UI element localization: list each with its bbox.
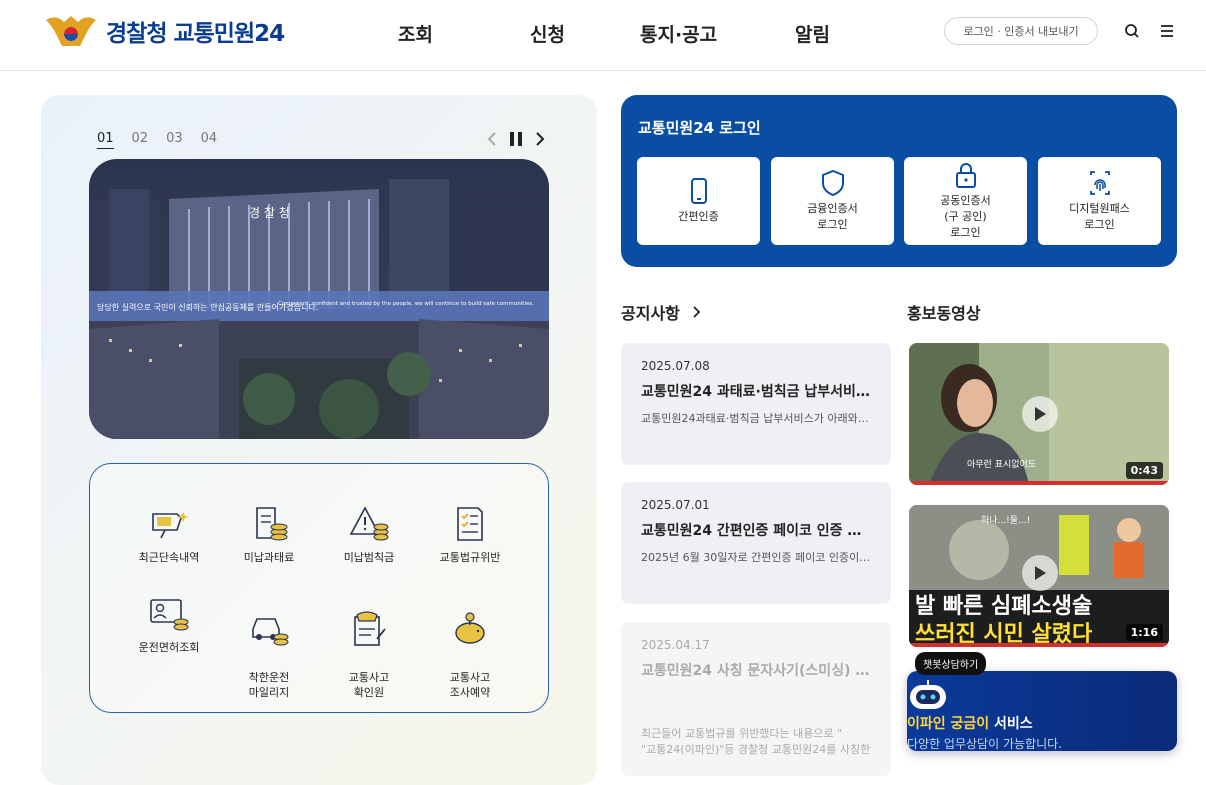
chatbot-bubble[interactable]: 챗봇상담하기 bbox=[915, 652, 987, 675]
police-emblem-icon bbox=[46, 16, 96, 46]
video-item-2[interactable]: 발 빠른 심폐소생술 쓰러진 시민 살렸다 하나...!둘...! 1:16 bbox=[909, 505, 1169, 647]
login-simple-auth[interactable]: 간편인증 bbox=[637, 157, 760, 245]
quick-recent-enforcement[interactable]: 최근단속내역 bbox=[119, 504, 219, 565]
notice-date: 2025.07.08 bbox=[641, 359, 710, 373]
chevron-right-icon[interactable] bbox=[692, 305, 702, 319]
robot-icon bbox=[910, 680, 946, 709]
video-title: 홍보동영상 bbox=[907, 304, 981, 323]
login-label: 공동인증서 (구 공인) 로그인 bbox=[940, 194, 991, 239]
banner-image[interactable]: 경 찰 청 당당한 실력으로 국민이 신뢰하는 안심공동체를 만들어가겠습니다.… bbox=[89, 159, 549, 439]
quick-accident-reservation[interactable]: 교통사고 조사예약 bbox=[420, 594, 520, 700]
quick-traffic-violation[interactable]: 교통법규위반 bbox=[420, 504, 520, 565]
slide-controls bbox=[486, 131, 546, 147]
login-finance-cert[interactable]: 금융인증서 로그인 bbox=[771, 157, 894, 245]
chatbot-desc: 다양한 업무상담이 가능합니다. bbox=[907, 737, 1062, 751]
fingerprint-icon bbox=[1089, 171, 1110, 195]
slide-tab-1[interactable]: 01 bbox=[97, 131, 114, 149]
login-title: 교통민원24 로그인 bbox=[638, 119, 761, 137]
lock-icon bbox=[955, 163, 976, 188]
quick-label: 최근단속내역 bbox=[138, 551, 200, 564]
notice-item-desc-2: "교통24(이파인)"등 경찰청 교통민원24를 사칭한 bbox=[641, 743, 871, 756]
quick-unpaid-fine[interactable]: 미납과태료 bbox=[219, 504, 319, 565]
quick-label: 미납범칙금 bbox=[343, 551, 395, 564]
chatbot-title: 이파인 궁금이 서비스 bbox=[907, 716, 1033, 732]
login-digital-onepass[interactable]: 디지털원패스 로그인 bbox=[1038, 157, 1161, 245]
checklist-icon bbox=[457, 507, 483, 541]
nav-alert[interactable]: 알림 bbox=[795, 20, 830, 47]
banner-slogan-en: Competent, confident and trusted by the … bbox=[278, 301, 534, 307]
slide-tab-4[interactable]: 04 bbox=[201, 131, 218, 149]
notice-item-desc: 최근들어 교통법규를 위반했다는 내용으로 " bbox=[641, 727, 843, 740]
nav-apply[interactable]: 신청 bbox=[530, 20, 565, 47]
quick-label: 교통법규위반 bbox=[439, 551, 501, 564]
header: 경찰청 교통민원24 조회 신청 통지·공고 알림 로그인 · 인증서 내보내기 bbox=[0, 0, 1206, 71]
quick-label: 교통사고 조사예약 bbox=[449, 671, 491, 699]
login-label: 간편인증 bbox=[678, 210, 719, 223]
video-duration: 1:16 bbox=[1125, 624, 1163, 641]
logo[interactable]: 경찰청 교통민원24 bbox=[42, 12, 285, 50]
video-duration: 0:43 bbox=[1125, 462, 1163, 479]
login-panel: 교통민원24 로그인 간편인증 금융인증서 로그인 공동인증서 (구 공인) 로… bbox=[621, 95, 1177, 267]
chatbot-banner[interactable]: 이파인 궁금이 서비스 다양한 업무상담이 가능합니다. bbox=[907, 671, 1177, 751]
video-small-caption: 하나...!둘...! bbox=[981, 515, 1030, 526]
quick-unpaid-penalty[interactable]: 미납범칙금 bbox=[319, 504, 419, 565]
quick-safe-driving-mileage[interactable]: 착한운전 마일리지 bbox=[219, 594, 319, 700]
quick-label: 미납과태료 bbox=[243, 551, 295, 564]
quick-menu: 최근단속내역 미납과태료 미납범칙금 교통법규위반 운전면허조회 착한운전 마일… bbox=[89, 463, 549, 713]
document-stamp-icon bbox=[354, 611, 386, 646]
notice-title: 공지사항 bbox=[621, 304, 680, 323]
quick-label: 착한운전 마일리지 bbox=[248, 671, 290, 699]
video-caption-top: 발 빠른 심폐소생술 bbox=[915, 594, 1092, 619]
shield-icon bbox=[821, 169, 844, 197]
chevron-right-icon[interactable] bbox=[534, 131, 546, 147]
car-coins-icon bbox=[252, 618, 289, 646]
quick-license-lookup[interactable]: 운전면허조회 bbox=[119, 594, 219, 655]
slide-tab-3[interactable]: 03 bbox=[166, 131, 183, 149]
pause-icon[interactable] bbox=[508, 131, 524, 147]
nav-notice[interactable]: 통지·공고 bbox=[640, 20, 717, 47]
notice-header[interactable]: 공지사항 bbox=[621, 300, 702, 324]
search-icon[interactable] bbox=[1121, 20, 1143, 42]
warning-coins-icon bbox=[349, 506, 389, 541]
building-sign: 경 찰 청 bbox=[249, 206, 290, 220]
notice-item-title: 교통민원24 과태료·범칙금 납부서비스 안내 bbox=[641, 384, 871, 400]
login-export-button[interactable]: 로그인 · 인증서 내보내기 bbox=[944, 17, 1098, 45]
notice-date: 2025.04.17 bbox=[641, 638, 710, 652]
play-icon[interactable] bbox=[1022, 555, 1058, 591]
login-label: 금융인증서 로그인 bbox=[807, 202, 858, 231]
quick-accident-confirmation[interactable]: 교통사고 확인원 bbox=[319, 594, 419, 700]
slide-tab-2[interactable]: 02 bbox=[132, 131, 149, 149]
video-caption: 아무런 표시없어도 bbox=[967, 459, 1036, 470]
logo-text: 경찰청 교통민원24 bbox=[106, 21, 285, 47]
notice-item-title: 교통민원24 사칭 문자사기(스미싱) 주의 안내 bbox=[641, 663, 871, 679]
login-joint-cert[interactable]: 공동인증서 (구 공인) 로그인 bbox=[904, 157, 1027, 245]
play-icon[interactable] bbox=[1022, 396, 1058, 432]
left-panel: 01 02 03 04 경 찰 청 당당한 실력으로 국민이 신뢰하는 안심공동… bbox=[41, 95, 597, 785]
notice-item[interactable]: 2025.07.08 교통민원24 과태료·범칙금 납부서비스 안내 교통민원2… bbox=[621, 343, 891, 465]
notice-item-desc: 2025년 6월 30일자로 간편인증 페이코 인증이 종료 bbox=[641, 551, 871, 564]
menu-icon[interactable] bbox=[1156, 20, 1178, 42]
slide-tabs: 01 02 03 04 bbox=[97, 131, 217, 149]
notice-item-desc: 교통민원24과태료·범칙금 납부서비스가 아래와 같이 bbox=[641, 412, 871, 425]
license-card-icon bbox=[150, 599, 189, 631]
camera-enforcement-icon bbox=[152, 512, 189, 539]
quick-label: 교통사고 확인원 bbox=[348, 671, 390, 699]
piggy-bank-icon bbox=[455, 612, 485, 644]
login-label: 디지털원패스 로그인 bbox=[1069, 202, 1130, 231]
quick-label: 운전면허조회 bbox=[138, 641, 200, 654]
phone-icon bbox=[690, 178, 707, 204]
notice-date: 2025.07.01 bbox=[641, 498, 710, 512]
notice-item-title: 교통민원24 간편인증 페이코 인증 종료 안내 bbox=[641, 523, 871, 539]
nav-lookup[interactable]: 조회 bbox=[398, 20, 433, 47]
video-item-1[interactable]: 아무런 표시없어도 0:43 bbox=[909, 343, 1169, 485]
chevron-left-icon[interactable] bbox=[486, 131, 498, 147]
notice-item[interactable]: 2025.07.01 교통민원24 간편인증 페이코 인증 종료 안내 2025… bbox=[621, 482, 891, 604]
notice-item[interactable]: 2025.04.17 교통민원24 사칭 문자사기(스미싱) 주의 안내 최근들… bbox=[621, 622, 891, 776]
receipt-coins-icon bbox=[256, 507, 288, 541]
police-hq-illustration: 경 찰 청 당당한 실력으로 국민이 신뢰하는 안심공동체를 만들어가겠습니다.… bbox=[89, 159, 549, 439]
